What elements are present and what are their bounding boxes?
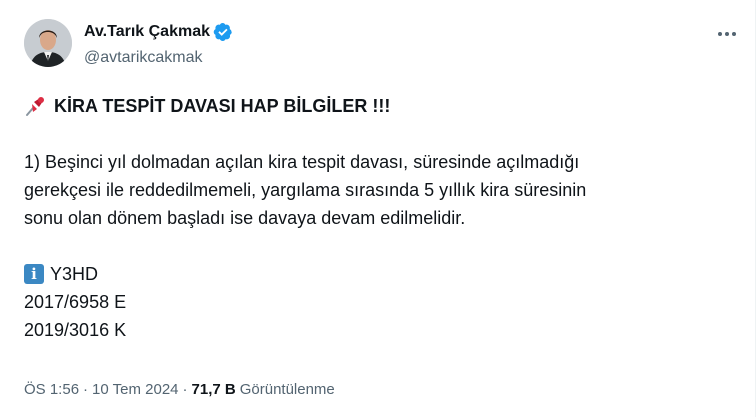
info-code: Y3HD [50, 264, 99, 284]
more-options-icon[interactable] [716, 24, 738, 44]
reference-line: 2017/6958 E [24, 292, 127, 312]
pushpin-icon [24, 95, 46, 117]
display-name[interactable]: Av.Tarık Çakmak [84, 22, 210, 42]
views-label: Görüntülenme [239, 381, 335, 398]
tweet: Av.Tarık Çakmak @avtarikcakmak KİRA TESP… [0, 0, 756, 417]
paragraph-line: gerekçesi ile reddedilmemeli, yargılama … [24, 180, 587, 200]
meta-separator: · [83, 381, 89, 398]
reference-block: i Y3HD 2017/6958 E 2019/3016 K [24, 260, 734, 344]
tweet-date[interactable]: 10 Tem 2024 [92, 380, 178, 400]
info-line: i Y3HD [24, 260, 734, 288]
paragraph-line: sonu olan dönem başladı ise davaya devam… [24, 208, 466, 228]
views-count[interactable]: 71,7 B [192, 380, 236, 400]
tweet-title-line: KİRA TESPİT DAVASI HAP BİLGİLER !!! [24, 92, 734, 120]
tweet-title: KİRA TESPİT DAVASI HAP BİLGİLER !!! [54, 96, 391, 116]
tweet-time[interactable]: ÖS 1:56 [24, 380, 79, 400]
reference-line: 2019/3016 K [24, 320, 127, 340]
avatar[interactable] [24, 19, 72, 67]
tweet-body: KİRA TESPİT DAVASI HAP BİLGİLER !!! 1) B… [24, 92, 734, 344]
information-icon: i [24, 264, 44, 284]
tweet-paragraph: 1) Beşinci yıl dolmadan açılan kira tesp… [24, 148, 734, 232]
verified-badge-icon[interactable] [213, 22, 233, 42]
meta-separator: · [182, 381, 188, 398]
user-handle[interactable]: @avtarikcakmak [84, 48, 203, 68]
tweet-meta: ÖS 1:56 · 10 Tem 2024 · 71,7 B Görüntüle… [24, 380, 335, 400]
paragraph-line: 1) Beşinci yıl dolmadan açılan kira tesp… [24, 152, 580, 172]
name-row: Av.Tarık Çakmak [84, 22, 233, 42]
